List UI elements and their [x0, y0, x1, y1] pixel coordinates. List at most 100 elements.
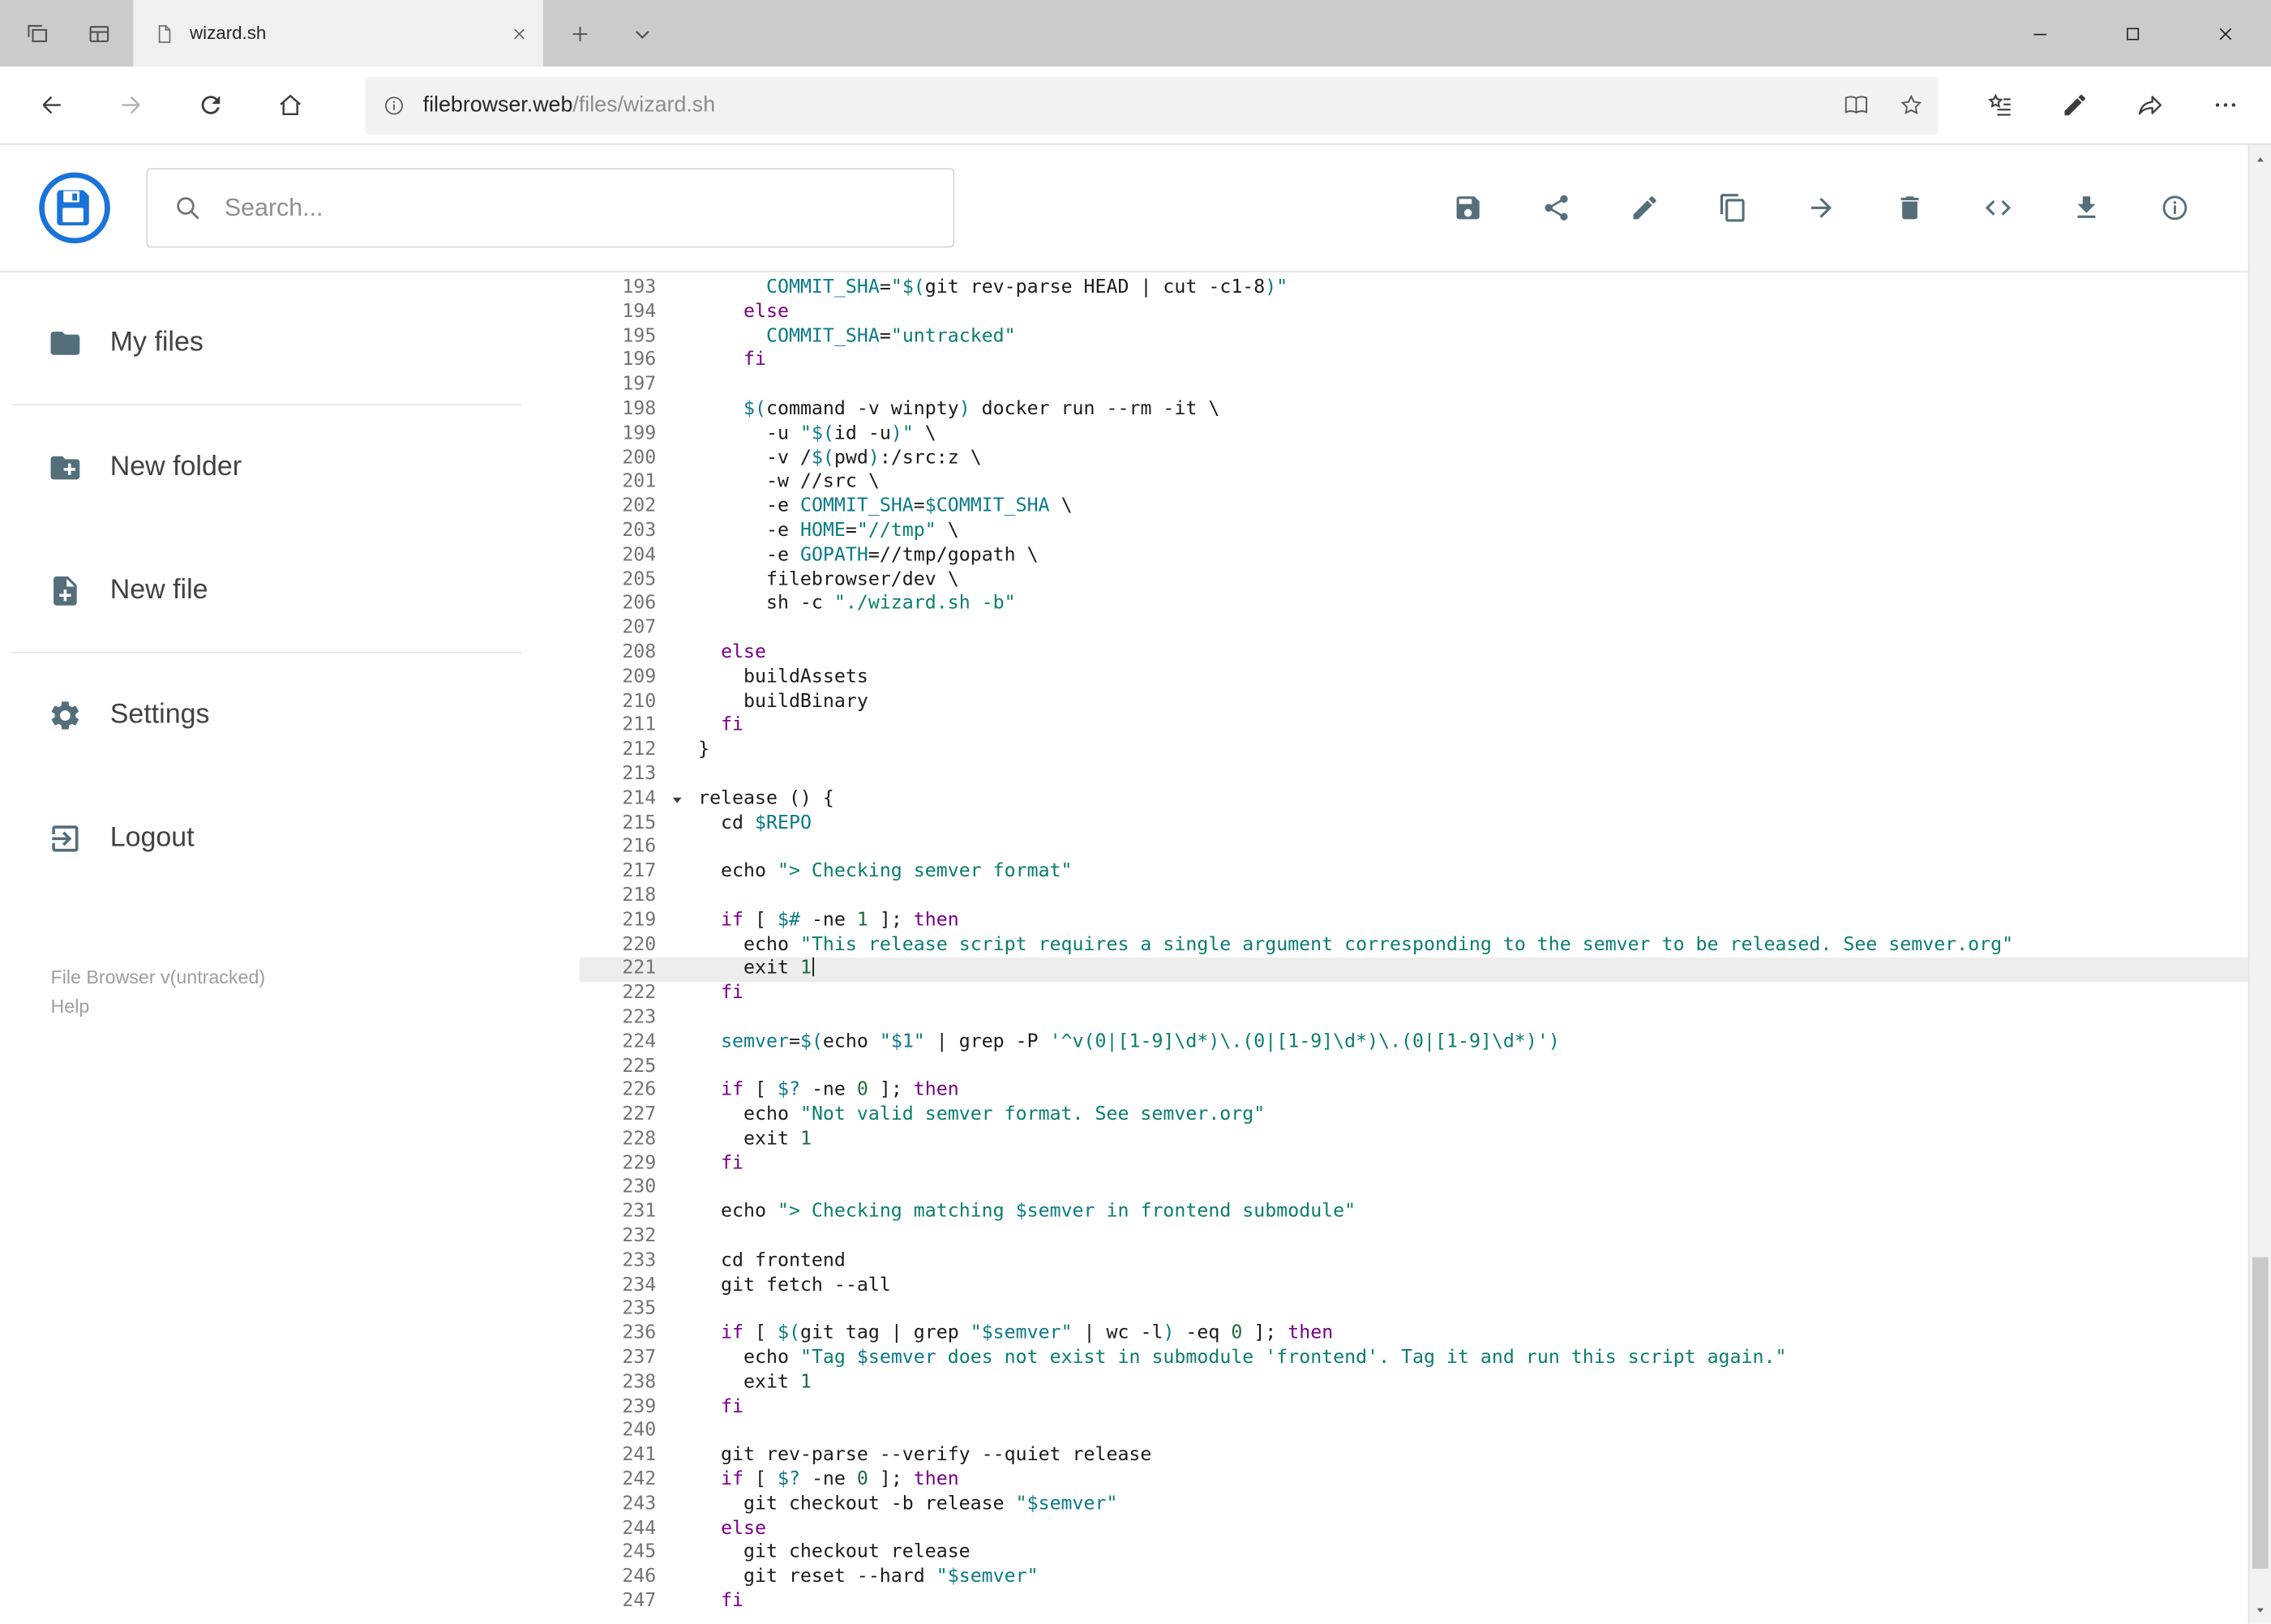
code-line[interactable]: 222 fi — [580, 982, 2248, 1006]
code-line[interactable]: 203 -e HOME="//tmp" \ — [580, 520, 2248, 544]
code-line[interactable]: 218 — [580, 885, 2248, 909]
code-line[interactable]: 231 echo "> Checking matching $semver in… — [580, 1202, 2248, 1226]
copy-button[interactable] — [1700, 176, 1764, 240]
code-line[interactable]: 242 if [ $? -ne 0 ]; then — [580, 1469, 2248, 1493]
code-line[interactable]: 232 — [580, 1226, 2248, 1250]
forward-button[interactable] — [92, 71, 171, 138]
code-line[interactable]: 209 buildAssets — [580, 666, 2248, 690]
code-line[interactable]: 236 if [ $(git tag | grep "$semver" | wc… — [580, 1323, 2248, 1348]
delete-button[interactable] — [1877, 176, 1941, 240]
code-line[interactable]: 220 echo "This release script requires a… — [580, 933, 2248, 958]
code-line[interactable]: 205 filebrowser/dev \ — [580, 568, 2248, 593]
code-line[interactable]: 207 — [580, 617, 2248, 641]
code-line[interactable]: 200 -v /$(pwd):/src:z \ — [580, 447, 2248, 471]
code-line[interactable]: 215 cd $REPO — [580, 812, 2248, 836]
code-line[interactable]: 196 fi — [580, 349, 2248, 374]
set-tabs-aside-button[interactable] — [6, 0, 68, 66]
close-button[interactable] — [2179, 0, 2271, 66]
code-line[interactable]: 223 — [580, 1006, 2248, 1031]
code-line[interactable]: 195 COMMIT_SHA="untracked" — [580, 325, 2248, 349]
code-line[interactable]: 212} — [580, 739, 2248, 763]
code-line[interactable]: 227 echo "Not valid semver format. See s… — [580, 1103, 2248, 1128]
code-line[interactable]: 237 echo "Tag $semver does not exist in … — [580, 1348, 2248, 1372]
code-line[interactable]: 211 fi — [580, 714, 2248, 739]
sidebar-item-my-files[interactable]: My files — [0, 281, 580, 405]
code-line[interactable]: 208 else — [580, 641, 2248, 666]
code-line[interactable]: 228 exit 1 — [580, 1128, 2248, 1152]
url-text[interactable]: filebrowser.web/files/wizard.sh — [423, 92, 1828, 117]
share-page-button[interactable] — [2112, 71, 2187, 138]
reading-view-button[interactable] — [1828, 76, 1883, 134]
page-scrollbar[interactable] — [2247, 144, 2271, 1624]
code-line[interactable]: 221 exit 1 — [579, 958, 2248, 983]
share-file-button[interactable] — [1523, 176, 1588, 240]
code-line[interactable]: 233 cd frontend — [580, 1250, 2248, 1275]
site-info-icon[interactable] — [365, 76, 422, 134]
code-line[interactable]: 229 fi — [580, 1152, 2248, 1176]
code-line[interactable]: 224 semver=$(echo "$1" | grep -P '^v(0|[… — [580, 1031, 2248, 1055]
filebrowser-logo[interactable] — [36, 169, 114, 246]
search-box[interactable] — [146, 168, 955, 248]
code-line[interactable]: 202 -e COMMIT_SHA=$COMMIT_SHA \ — [580, 495, 2248, 520]
code-line[interactable]: 243 git checkout -b release "$semver" — [580, 1493, 2248, 1518]
code-line[interactable]: 193 COMMIT_SHA="$(git rev-parse HEAD | c… — [580, 276, 2248, 301]
web-note-button[interactable] — [2037, 71, 2112, 138]
search-input[interactable] — [221, 191, 953, 225]
download-button[interactable] — [2054, 176, 2118, 240]
code-line[interactable]: 240 — [580, 1420, 2248, 1445]
tab-wizard-sh[interactable]: wizard.sh — [133, 0, 543, 67]
home-button[interactable] — [251, 71, 330, 138]
code-line[interactable]: 235 — [580, 1299, 2248, 1323]
back-button[interactable] — [11, 71, 91, 138]
code-line[interactable]: 239 fi — [580, 1396, 2248, 1420]
add-favorite-button[interactable] — [1883, 76, 1938, 134]
code-view-button[interactable] — [1965, 176, 2029, 240]
code-line[interactable]: 217 echo "> Checking semver format" — [580, 860, 2248, 885]
move-button[interactable] — [1789, 176, 1853, 240]
sidebar-item-settings[interactable]: Settings — [0, 653, 580, 777]
minimize-button[interactable] — [1993, 0, 2085, 66]
code-line[interactable]: 198 $(command -v winpty) docker run --rm… — [580, 398, 2248, 422]
code-line[interactable]: 204 -e GOPATH=//tmp/gopath \ — [580, 544, 2248, 568]
code-line[interactable]: 226 if [ $? -ne 0 ]; then — [580, 1079, 2248, 1103]
code-line[interactable]: 238 exit 1 — [580, 1372, 2248, 1396]
code-line[interactable]: 244 else — [580, 1518, 2248, 1542]
address-bar[interactable]: filebrowser.web/files/wizard.sh — [365, 75, 1939, 135]
tab-preview-toggle[interactable] — [611, 0, 674, 66]
code-line[interactable]: 201 -w //src \ — [580, 471, 2248, 495]
fold-marker-icon[interactable] — [669, 787, 698, 812]
code-line[interactable]: 234 git fetch --all — [580, 1275, 2248, 1299]
sidebar-item-logout[interactable]: Logout — [0, 777, 580, 900]
rename-button[interactable] — [1612, 176, 1676, 240]
refresh-button[interactable] — [171, 71, 251, 138]
code-line[interactable]: 247 fi — [580, 1591, 2248, 1615]
hub-button[interactable] — [1961, 71, 2037, 138]
maximize-button[interactable] — [2086, 0, 2179, 66]
code-line[interactable]: 199 -u "$(id -u)" \ — [580, 422, 2248, 447]
code-line[interactable]: 194 else — [580, 301, 2248, 325]
code-line[interactable]: 225 — [580, 1055, 2248, 1079]
code-line[interactable]: 214 release () { — [580, 787, 2248, 812]
code-line[interactable]: 210 buildBinary — [580, 690, 2248, 714]
code-line[interactable]: 219 if [ $# -ne 1 ]; then — [580, 909, 2248, 933]
sidebar-item-new-folder[interactable]: New folder — [0, 405, 580, 529]
new-tab-button[interactable] — [549, 0, 611, 66]
code-editor[interactable]: 193 COMMIT_SHA="$(git rev-parse HEAD | c… — [579, 274, 2248, 1624]
code-line[interactable]: 216 — [580, 836, 2248, 860]
code-line[interactable]: 241 git rev-parse --verify --quiet relea… — [580, 1445, 2248, 1469]
tab-preview-button[interactable] — [68, 0, 131, 66]
scroll-down-button[interactable] — [2249, 1598, 2271, 1622]
info-button[interactable] — [2142, 176, 2206, 240]
code-line[interactable]: 206 sh -c "./wizard.sh -b" — [580, 593, 2248, 617]
help-link[interactable]: Help — [51, 992, 580, 1022]
sidebar-item-new-file[interactable]: New file — [0, 529, 580, 652]
tab-close-icon[interactable] — [510, 24, 529, 42]
code-line[interactable]: 245 git checkout release — [580, 1542, 2248, 1566]
more-button[interactable] — [2187, 71, 2263, 138]
save-button[interactable] — [1435, 176, 1499, 240]
code-line[interactable]: 230 — [580, 1177, 2248, 1202]
code-line[interactable]: 246 git reset --hard "$semver" — [580, 1566, 2248, 1591]
code-line[interactable]: 197 — [580, 374, 2248, 398]
code-line[interactable]: 213 — [580, 763, 2248, 787]
scrollbar-thumb[interactable] — [2252, 1257, 2269, 1569]
